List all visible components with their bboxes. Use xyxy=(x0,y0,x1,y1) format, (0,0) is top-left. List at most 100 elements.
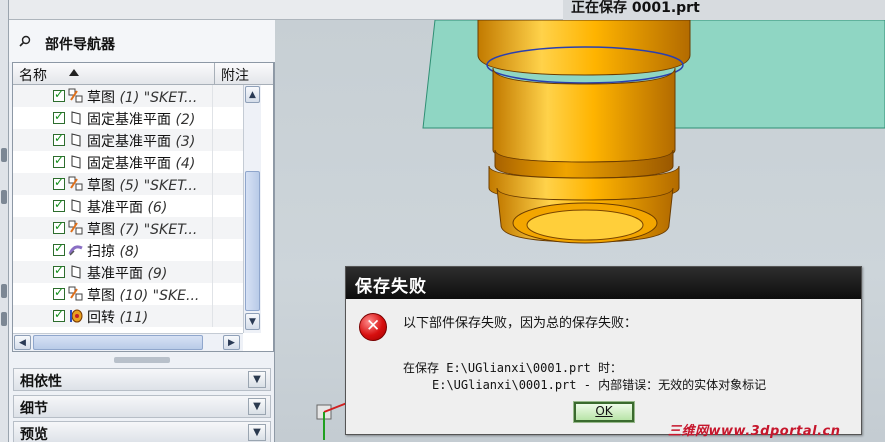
visibility-checkbox[interactable] xyxy=(53,241,65,256)
feature-label: 基准平面 (9) xyxy=(87,266,168,282)
chevron-down-icon[interactable]: ▼ xyxy=(248,398,266,415)
column-line xyxy=(212,305,213,327)
column-header-row: 名称 附注 xyxy=(13,63,273,85)
status-left-area xyxy=(0,0,563,20)
dialog-title: 保存失败 xyxy=(355,277,427,297)
column-line xyxy=(212,85,213,107)
site-watermark: 三维网www.3dportal.cn xyxy=(668,424,841,439)
visibility-checkbox[interactable] xyxy=(53,197,65,212)
visibility-checkbox[interactable] xyxy=(53,307,65,322)
scroll-up-button[interactable]: ▲ xyxy=(245,86,260,103)
sort-ascending-icon xyxy=(69,69,79,76)
navigator-title: 部件导航器 xyxy=(45,37,115,53)
part-navigator-panel: 部件导航器 名称 附注 草图 (1) "SKET... 固定基准平面 (2) xyxy=(9,20,275,442)
chevron-left-icon: ◀ xyxy=(19,338,26,348)
feature-rows: 草图 (1) "SKET... 固定基准平面 (2) 固定基准平面 (3) 固定… xyxy=(13,85,259,333)
column-line xyxy=(212,217,213,239)
feature-row[interactable]: 固定基准平面 (3) xyxy=(13,129,259,151)
save-failed-dialog: 保存失败 以下部件保存失败，因为总的保存失败： 在保存 E:\UGlianxi\… xyxy=(345,266,862,435)
resource-tab-nub[interactable] xyxy=(1,190,7,204)
dialog-message: 以下部件保存失败，因为总的保存失败： xyxy=(403,316,638,331)
feature-label: 基准平面 (6) xyxy=(87,200,168,216)
ok-button-label: OK xyxy=(595,404,613,418)
resource-tab-nub[interactable] xyxy=(1,148,7,162)
section-label: 细节 xyxy=(20,401,48,417)
resource-bar-strip[interactable] xyxy=(0,0,9,442)
sketch-icon xyxy=(68,286,83,301)
column-header-name[interactable]: 名称 xyxy=(19,65,47,85)
section-details[interactable]: 细节 ▼ xyxy=(13,395,271,418)
vertical-scroll-thumb[interactable] xyxy=(245,171,260,311)
ok-button[interactable]: OK xyxy=(573,401,635,423)
feature-row[interactable]: 草图 (1) "SKET... xyxy=(13,85,259,107)
error-icon xyxy=(359,313,387,341)
wcs-triad xyxy=(316,402,348,440)
datum-plane-icon xyxy=(71,155,81,169)
sweep-icon xyxy=(68,245,83,256)
revolve-icon xyxy=(70,309,83,323)
column-line xyxy=(212,151,213,173)
dialog-title-bar[interactable]: 保存失败 xyxy=(346,267,861,299)
sketch-icon xyxy=(68,88,83,103)
chevron-right-icon: ▶ xyxy=(228,338,235,348)
visibility-checkbox[interactable] xyxy=(53,153,65,168)
resource-tab-nub[interactable] xyxy=(1,312,7,326)
feature-tree[interactable]: 名称 附注 草图 (1) "SKET... 固定基准平面 (2) 固定基准平 xyxy=(12,62,274,352)
visibility-checkbox[interactable] xyxy=(53,175,65,190)
pin-icon[interactable] xyxy=(19,35,31,47)
visibility-checkbox[interactable] xyxy=(53,219,65,234)
status-bar: 正在保存 0001.prt xyxy=(0,0,885,20)
scroll-left-button[interactable]: ◀ xyxy=(14,335,31,350)
column-line xyxy=(212,173,213,195)
feature-row[interactable]: 草图 (7) "SKET... xyxy=(13,217,259,239)
feature-row[interactable]: 基准平面 (6) xyxy=(13,195,259,217)
feature-row[interactable]: 回转 (11) xyxy=(13,305,259,327)
feature-row[interactable]: 扫掠 (8) xyxy=(13,239,259,261)
horizontal-scrollbar[interactable]: ◀ ▶ xyxy=(13,333,243,351)
feature-label: 固定基准平面 (4) xyxy=(87,156,196,172)
section-label: 相依性 xyxy=(20,374,62,390)
chevron-down-icon: ▼ xyxy=(249,317,256,327)
visibility-checkbox[interactable] xyxy=(53,87,65,102)
scroll-right-button[interactable]: ▶ xyxy=(223,335,240,350)
dialog-detail-line: 在保存 E:\UGlianxi\0001.prt 时： xyxy=(403,361,622,375)
feature-label: 草图 (5) "SKET... xyxy=(87,178,198,194)
datum-plane-icon xyxy=(71,199,81,213)
column-line xyxy=(212,129,213,151)
column-line xyxy=(212,261,213,283)
sketch-icon xyxy=(68,176,83,191)
visibility-checkbox[interactable] xyxy=(53,109,65,124)
datum-plane-icon xyxy=(71,133,81,147)
chevron-down-icon[interactable]: ▼ xyxy=(248,424,266,441)
part-bore-hole xyxy=(526,209,644,241)
visibility-checkbox[interactable] xyxy=(53,263,65,278)
feature-row[interactable]: 草图 (10) "SKE... xyxy=(13,283,259,305)
feature-row[interactable]: 草图 (5) "SKET... xyxy=(13,173,259,195)
saving-status-text: 正在保存 0001.prt xyxy=(571,0,700,16)
feature-label: 草图 (10) "SKE... xyxy=(87,288,200,304)
horizontal-scroll-thumb[interactable] xyxy=(33,335,203,350)
feature-row[interactable]: 固定基准平面 (4) xyxy=(13,151,259,173)
section-dependencies[interactable]: 相依性 ▼ xyxy=(13,368,271,391)
column-line xyxy=(212,283,213,305)
visibility-checkbox[interactable] xyxy=(53,285,65,300)
dialog-detail-line: E:\UGlianxi\0001.prt - 内部错误：无效的实体对象标记 xyxy=(432,378,767,392)
datum-plane-icon xyxy=(71,265,81,279)
column-line xyxy=(212,107,213,129)
column-divider[interactable] xyxy=(214,63,215,85)
datum-plane-icon xyxy=(71,111,81,125)
visibility-checkbox[interactable] xyxy=(53,131,65,146)
scroll-down-button[interactable]: ▼ xyxy=(245,313,260,330)
feature-row[interactable]: 基准平面 (9) xyxy=(13,261,259,283)
column-header-note[interactable]: 附注 xyxy=(221,65,249,85)
sketch-icon xyxy=(68,220,83,235)
feature-label: 固定基准平面 (3) xyxy=(87,134,196,150)
vertical-scrollbar[interactable]: ▲ ▼ xyxy=(243,85,261,333)
feature-label: 回转 (11) xyxy=(87,310,149,326)
feature-label: 草图 (1) "SKET... xyxy=(87,90,198,106)
resource-tab-nub[interactable] xyxy=(1,284,7,298)
feature-row[interactable]: 固定基准平面 (2) xyxy=(13,107,259,129)
section-preview[interactable]: 预览 ▼ xyxy=(13,421,271,442)
chevron-down-icon[interactable]: ▼ xyxy=(248,371,266,388)
panel-splitter-handle[interactable] xyxy=(114,357,170,363)
